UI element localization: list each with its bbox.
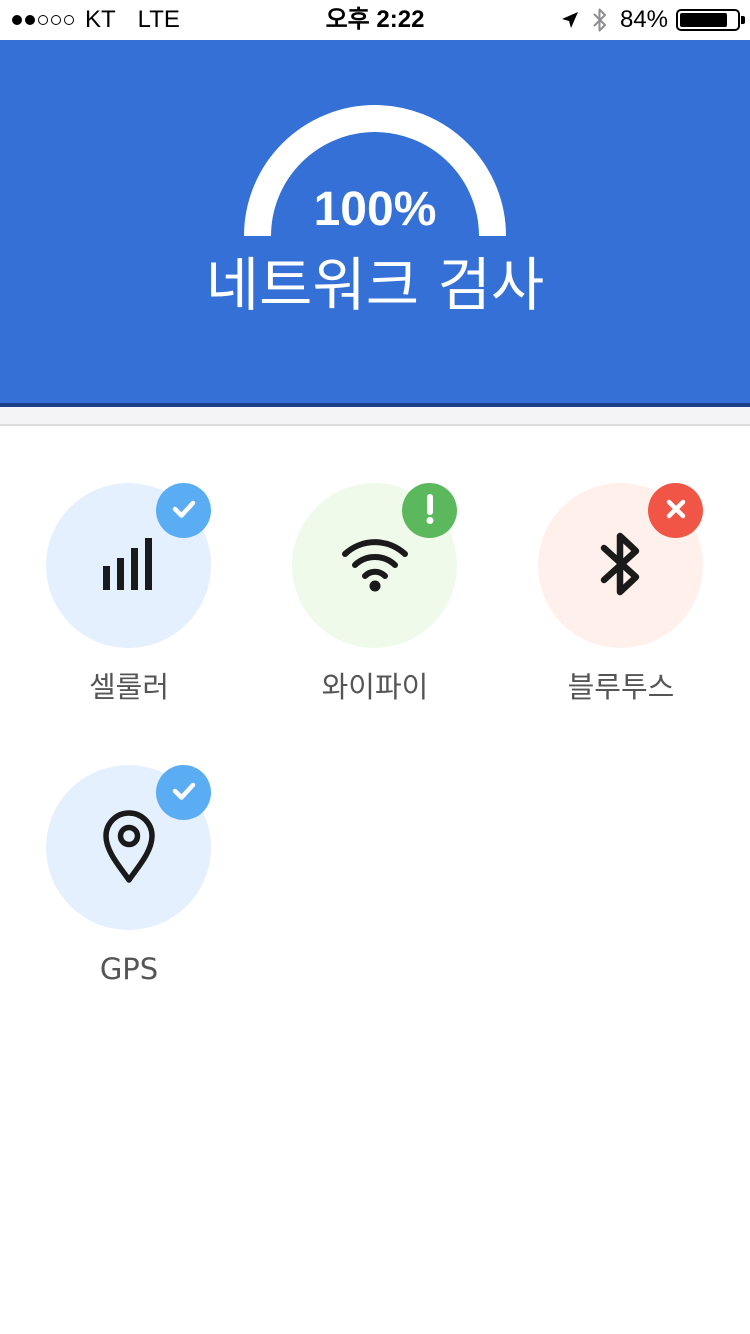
exclamation-icon [415,492,445,530]
page-title: 네트워크 검사 [205,251,545,319]
check-item-gps[interactable]: GPS [0,765,246,1005]
location-pin-icon [101,808,157,888]
battery-percent: 84% [619,6,668,33]
check-item-bluetooth[interactable]: 블루투스 [492,483,738,723]
check-item-cellular[interactable]: 셀룰러 [0,483,246,723]
signal-dot [12,15,22,25]
wifi-icon [341,536,409,596]
cellular-signal-icon [101,536,157,596]
network-type: LTE [137,6,180,33]
battery-icon [676,9,745,31]
carrier-name: KT [85,6,116,33]
status-badge-ok [156,765,211,820]
progress-percent: 100% [313,183,437,236]
status-badge-error [648,483,703,538]
status-bar: KT LTE 오후 2:22 84% [0,0,750,40]
status-badge-ok [156,483,211,538]
status-badge-warning [402,483,457,538]
signal-dot [25,15,35,25]
location-arrow-icon [560,10,580,30]
signal-dot [38,15,48,25]
battery-level-fill [680,13,728,27]
signal-dot [51,15,61,25]
bluetooth-icon [599,531,643,601]
item-label: GPS [99,952,159,986]
network-check-screen: KT LTE 오후 2:22 84% 100% 네트워크 검사 셀룰러 와이파이… [0,0,750,1334]
signal-strength-icon [12,15,77,25]
bluetooth-icon [592,7,608,33]
close-icon [661,494,691,528]
status-bar-right: 84% [560,0,745,40]
item-label: 와이파이 [321,670,429,704]
section-divider [0,407,750,426]
check-icon [169,776,199,810]
battery-cap [741,16,745,24]
signal-dot [64,15,74,25]
status-bar-left: KT LTE [12,0,202,40]
item-label: 셀룰러 [88,670,170,704]
check-icon [169,494,199,528]
check-item-wifi[interactable]: 와이파이 [246,483,492,723]
item-label: 블루투스 [567,670,675,704]
